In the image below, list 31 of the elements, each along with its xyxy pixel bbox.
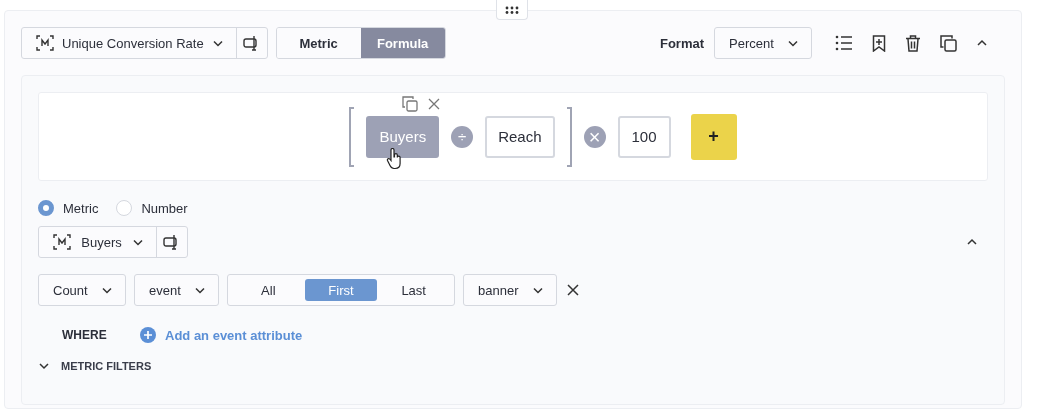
entity-dropdown[interactable]: event [134, 274, 219, 306]
close-icon[interactable] [567, 284, 579, 296]
metric-icon [53, 234, 71, 250]
left-bracket [349, 106, 355, 167]
occurrence-tab[interactable]: All [232, 279, 305, 301]
aggregation-dropdown[interactable]: Count [38, 274, 126, 306]
chevron-up-icon[interactable] [966, 237, 978, 247]
format-label: Format [659, 35, 704, 51]
format-dropdown[interactable]: Percent [714, 27, 812, 59]
drag-handle[interactable] [496, 0, 528, 20]
bookmark-add-icon[interactable] [872, 34, 886, 52]
right-bracket [566, 106, 572, 167]
attribute-dropdown[interactable]: banner [463, 274, 557, 306]
radio-label: Number [141, 200, 188, 216]
metric-icon [36, 35, 54, 51]
where-label: WHERE [62, 328, 108, 342]
metric-filters-toggle[interactable]: METRIC FILTERS [38, 360, 152, 372]
chevron-up-icon[interactable] [976, 38, 988, 48]
hand-cursor-icon [386, 147, 403, 170]
operand-chip[interactable]: Reach [485, 115, 555, 158]
radio-button[interactable] [38, 200, 54, 216]
plus-circle-icon [140, 327, 156, 343]
chevron-down-icon [38, 361, 50, 371]
radio-label: Metric [63, 200, 99, 216]
list-icon[interactable] [835, 35, 853, 51]
add-button[interactable]: + [690, 113, 737, 160]
drag-icon [505, 5, 519, 14]
number-chip[interactable]: 100 [617, 115, 671, 158]
trash-icon[interactable] [905, 34, 921, 52]
copy-icon[interactable] [940, 34, 957, 52]
occurrence-tab[interactable]: Last [377, 279, 450, 301]
